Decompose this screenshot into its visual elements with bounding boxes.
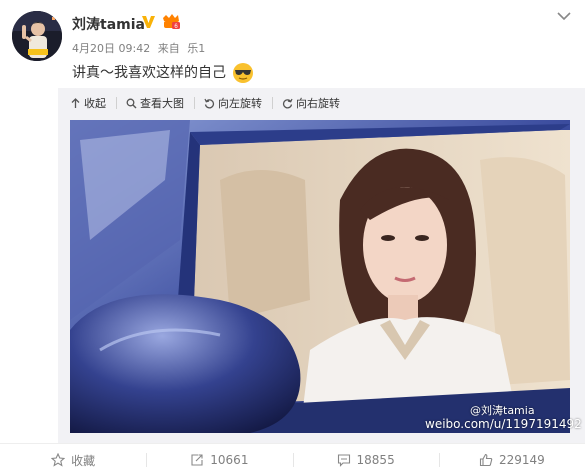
post-photo[interactable] bbox=[70, 120, 570, 433]
toolbar-divider bbox=[194, 97, 195, 109]
view-large-label: 查看大图 bbox=[140, 97, 184, 110]
star-icon bbox=[51, 453, 66, 467]
avatar[interactable] bbox=[12, 11, 62, 61]
thumbs-up-icon bbox=[479, 453, 493, 467]
comment-button[interactable]: 18855 bbox=[292, 444, 439, 476]
repost-count: 10661 bbox=[210, 453, 249, 467]
comment-icon bbox=[337, 454, 350, 467]
favorite-label: 收藏 bbox=[71, 453, 96, 468]
rotate-right-button[interactable]: 向右旋转 bbox=[282, 95, 350, 111]
like-count: 229149 bbox=[498, 453, 545, 467]
share-icon bbox=[191, 454, 203, 466]
collapse-label: 收起 bbox=[84, 97, 106, 110]
vip-badge-icon[interactable]: 6 bbox=[160, 13, 182, 30]
view-large-button[interactable]: 查看大图 bbox=[126, 95, 194, 111]
collapse-button[interactable]: 收起 bbox=[70, 95, 116, 111]
post-text: 讲真～我喜欢这样的自己 bbox=[72, 62, 254, 84]
watermark-handle: @刘涛tamia bbox=[470, 404, 535, 417]
favorite-button[interactable]: 收藏 bbox=[0, 444, 146, 476]
rotate-left-button[interactable]: 向左旋转 bbox=[204, 95, 272, 111]
chevron-down-icon[interactable] bbox=[556, 10, 572, 22]
search-icon bbox=[126, 98, 137, 108]
post-date[interactable]: 4月20日 09:42 bbox=[72, 42, 150, 55]
post-source[interactable]: 乐1 bbox=[187, 42, 205, 55]
media-toolbar: 收起 查看大图 向左旋转 向右旋转 bbox=[70, 94, 350, 112]
post-text-content: 讲真～我喜欢这样的自己 bbox=[72, 65, 226, 81]
via-label: 来自 bbox=[157, 42, 180, 55]
like-button[interactable]: 229149 bbox=[438, 444, 585, 476]
comment-count: 18855 bbox=[356, 453, 395, 467]
username[interactable]: 刘涛tamia bbox=[72, 14, 145, 34]
action-bar: 收藏 10661 18855 229149 bbox=[0, 443, 585, 476]
toolbar-divider bbox=[116, 97, 117, 109]
repost-button[interactable]: 10661 bbox=[146, 444, 292, 476]
cool-sunglasses-emoji-icon bbox=[233, 63, 254, 83]
rotate-left-label: 向左旋转 bbox=[218, 97, 262, 110]
rotate-left-icon bbox=[204, 98, 215, 108]
toolbar-divider bbox=[272, 97, 273, 109]
verified-badge-icon bbox=[142, 16, 155, 28]
collapse-up-icon bbox=[71, 97, 80, 108]
post-meta: 4月20日 09:42 来自 乐1 bbox=[72, 40, 209, 56]
rotate-right-label: 向右旋转 bbox=[296, 97, 340, 110]
rotate-right-icon bbox=[282, 98, 293, 108]
watermark-url: weibo.com/u/1197191492 bbox=[425, 417, 582, 431]
